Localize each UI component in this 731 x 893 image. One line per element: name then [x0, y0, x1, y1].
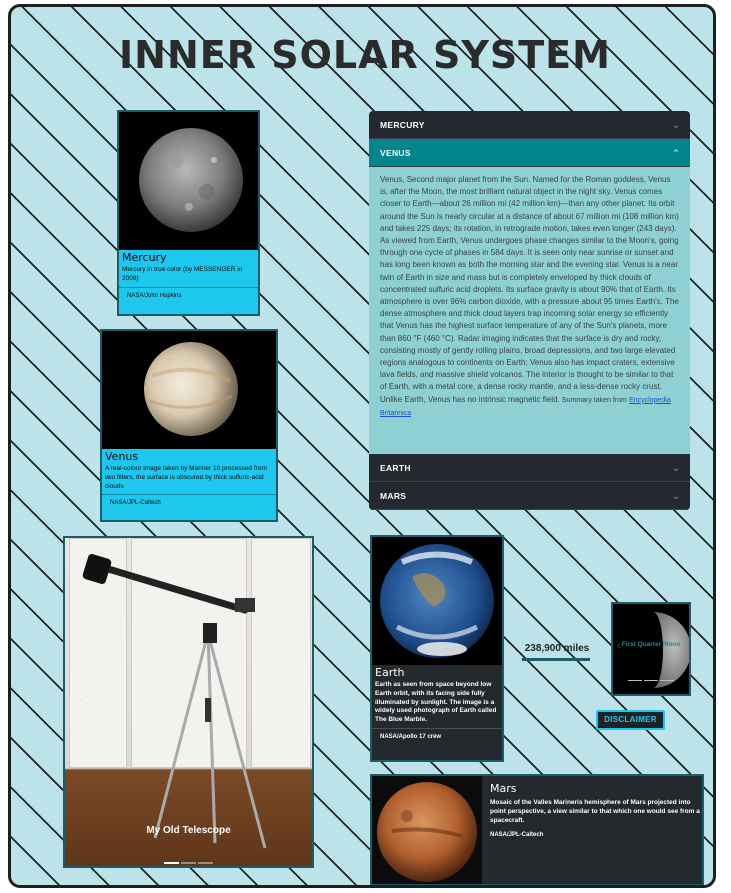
moon-caption: First Quarter Moon [621, 641, 681, 648]
mars-text: Mars Mosaic of the Valles Marineris hemi… [490, 782, 700, 838]
accordion-header-mercury[interactable]: MERCURY ⌄ [369, 111, 690, 139]
mercury-credit: NASA/John Hopkins [119, 286, 258, 304]
venus-image [102, 331, 276, 449]
earth-description: Earth as seen from space beyond low Eart… [375, 681, 497, 724]
page-title: INNER SOLAR SYSTEM [119, 33, 611, 77]
venus-card: Venus A real-colour image taken by Marin… [100, 329, 278, 522]
disclaimer-button[interactable]: DISCLAIMER [596, 710, 665, 730]
telescope-image [82, 554, 267, 849]
chevron-up-icon: ⌃ [672, 148, 680, 158]
distance-line [522, 658, 590, 661]
accordion-label: MERCURY [380, 120, 425, 130]
carousel-dot[interactable] [660, 679, 674, 681]
accordion-label: MARS [380, 491, 407, 501]
earth-card: Earth Earth as seen from space beyond lo… [370, 535, 504, 762]
moon-carousel[interactable]: ‹ First Quarter Moon [611, 602, 691, 696]
carousel-dot[interactable] [181, 862, 196, 864]
mercury-image [119, 112, 258, 250]
accordion-header-earth[interactable]: EARTH ⌄ [369, 454, 690, 482]
page-frame: INNER SOLAR SYSTEM Mercury Mercury in tr… [8, 4, 716, 888]
carousel-indicators [65, 851, 312, 866]
mars-description: Mosaic of the Valles Marineris hemispher… [490, 799, 700, 824]
carousel-dot[interactable] [644, 679, 658, 681]
venus-description: A real-colour image taken by Mariner 10 … [105, 465, 267, 490]
accordion-label: EARTH [380, 463, 411, 473]
earth-moon-distance: 238,900 miles [524, 643, 590, 654]
accordion-header-mars[interactable]: MARS ⌄ [369, 482, 690, 510]
mars-image [372, 776, 482, 884]
accordion-body-venus: Venus, Second major planet from the Sun.… [369, 167, 690, 454]
mercury-name: Mercury [122, 251, 167, 264]
mercury-description: Mercury in true color (by MESSENGER in 2… [122, 266, 243, 282]
venus-name: Venus [105, 450, 139, 463]
accordion-header-venus[interactable]: VENUS ⌃ [369, 139, 690, 167]
source-prefix: Summary taken from [561, 396, 627, 404]
chevron-down-icon: ⌄ [672, 491, 680, 501]
mars-card: Mars Mosaic of the Valles Marineris hemi… [370, 774, 704, 885]
mercury-card: Mercury Mercury in true color (by MESSEN… [117, 110, 260, 316]
telescope-carousel[interactable]: My Old Telescope [63, 536, 314, 868]
telescope-caption: My Old Telescope [146, 825, 231, 836]
venus-summary: Venus, Second major planet from the Sun.… [380, 175, 679, 404]
carousel-dot[interactable] [628, 679, 642, 681]
mars-name: Mars [490, 782, 517, 795]
accordion-label: VENUS [380, 148, 411, 158]
earth-credit: NASA/Apollo 17 crew [372, 727, 502, 745]
carousel-dot[interactable] [164, 862, 179, 864]
chevron-down-icon: ⌄ [672, 120, 680, 130]
carousel-dot[interactable] [198, 862, 213, 864]
chevron-down-icon: ⌄ [672, 463, 680, 473]
mars-credit: NASA/JPL-Caltech [490, 832, 544, 839]
earth-name: Earth [375, 666, 405, 679]
moon-carousel-indicators [613, 668, 689, 686]
earth-image [372, 537, 502, 665]
venus-credit: NASA/JPL-Caltech [102, 494, 276, 511]
planet-accordion: MERCURY ⌄ VENUS ⌃ Venus, Second major pl… [369, 111, 690, 510]
